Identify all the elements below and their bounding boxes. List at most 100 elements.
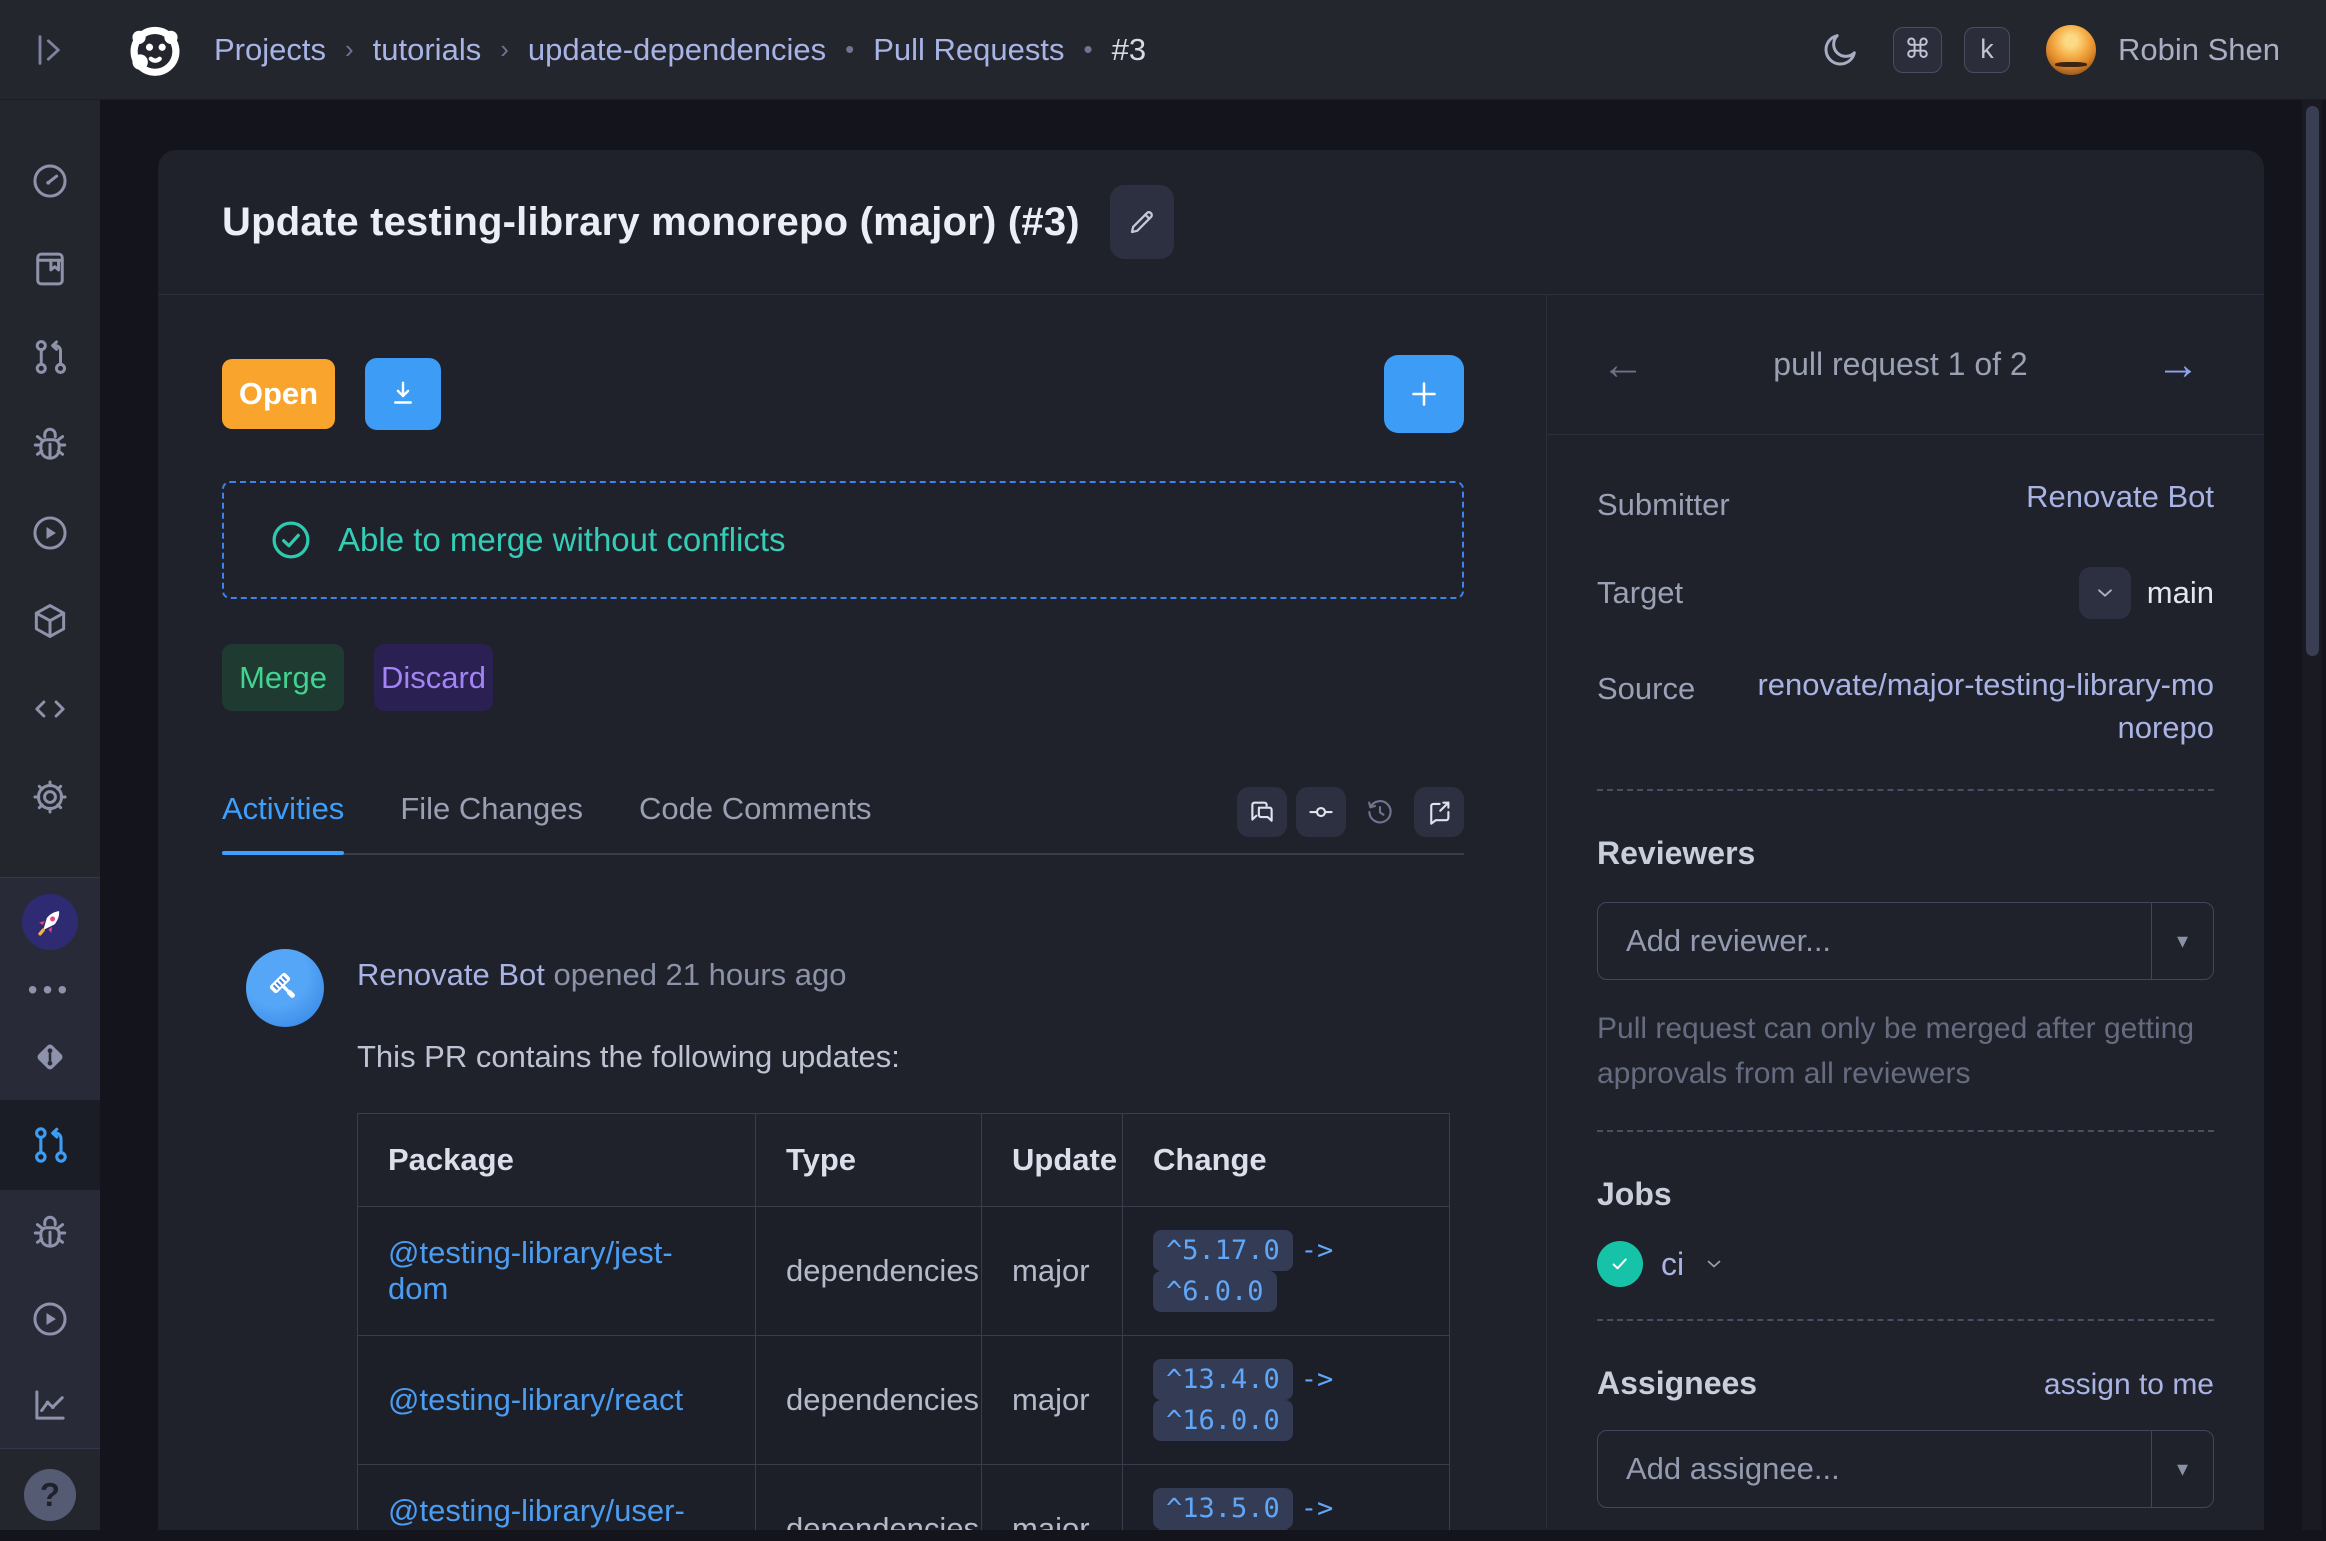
sidebar-item-pull-requests-active[interactable]: [0, 1100, 100, 1190]
edit-title-button[interactable]: [1110, 185, 1174, 259]
update-cell: major: [982, 1207, 1123, 1336]
top-nav: Projects › tutorials › update-dependenci…: [0, 0, 2326, 100]
jobs-heading: Jobs: [1597, 1176, 2214, 1213]
prev-pr-arrow[interactable]: ←: [1601, 340, 1645, 390]
tab-code-comments[interactable]: Code Comments: [639, 791, 872, 853]
breadcrumb-chevron: ›: [345, 34, 354, 65]
scrollbar-thumb[interactable]: [2306, 106, 2319, 656]
job-name[interactable]: ci: [1661, 1246, 1684, 1283]
activity-header: Renovate Bot opened 21 hours ago: [357, 957, 1464, 993]
add-reviewer-select[interactable]: Add reviewer... ▾: [1597, 902, 2214, 980]
add-button[interactable]: [1384, 355, 1464, 433]
pager-label: pull request 1 of 2: [1645, 346, 2156, 383]
chevron-down-icon[interactable]: [1702, 1252, 1726, 1276]
download-button[interactable]: [365, 358, 441, 430]
merge-actions: Merge Discard: [222, 644, 1464, 711]
submitter-label: Submitter: [1597, 479, 1730, 523]
app-logo[interactable]: [122, 17, 188, 83]
dropdown-caret-icon[interactable]: ▾: [2151, 903, 2213, 979]
target-row: Target main: [1597, 567, 2214, 619]
change-arrow: ->: [1301, 1493, 1334, 1524]
reviewers-note: Pull request can only be merged after ge…: [1597, 1006, 2214, 1096]
dashboard-gauge-icon[interactable]: [0, 137, 100, 225]
discard-button[interactable]: Discard: [374, 644, 493, 711]
pr-main-column: Open Able to merge: [158, 295, 1546, 1528]
code-icon[interactable]: [0, 665, 100, 753]
activity-entry: Renovate Bot opened 21 hours ago This PR…: [222, 949, 1464, 1530]
commit-icon[interactable]: [1296, 787, 1346, 837]
submitter-value[interactable]: Renovate Bot: [2026, 479, 2214, 515]
avatar[interactable]: [2046, 25, 2096, 75]
source-branch-name[interactable]: renovate/major-testing-library-monorepo: [1744, 663, 2214, 749]
table-row: @testing-library/user-event dependencies…: [358, 1465, 1450, 1531]
submitter-row: Submitter Renovate Bot: [1597, 479, 2214, 523]
pr-card: Update testing-library monorepo (major) …: [158, 150, 2264, 1530]
check-circle-icon: [268, 517, 314, 563]
scrollbar-track[interactable]: [2302, 100, 2322, 1530]
breadcrumb-repo[interactable]: update-dependencies: [528, 32, 826, 68]
merge-button[interactable]: Merge: [222, 644, 344, 711]
history-icon[interactable]: [1355, 787, 1405, 837]
change-arrow: ->: [1301, 1364, 1334, 1395]
tab-activities[interactable]: Activities: [222, 791, 344, 853]
pr-side-panel: ← pull request 1 of 2 → Submitter Renova…: [1546, 295, 2264, 1528]
comments-icon[interactable]: [1237, 787, 1287, 837]
insights-chart-icon[interactable]: [0, 1362, 100, 1448]
version-from: ^13.4.0: [1153, 1359, 1293, 1400]
breadcrumb-project[interactable]: tutorials: [373, 32, 482, 68]
type-cell: dependencies: [756, 1465, 982, 1531]
play-circle-icon[interactable]: [0, 489, 100, 577]
help-icon[interactable]: ?: [0, 1449, 100, 1541]
package-link[interactable]: @testing-library/user-event: [388, 1493, 685, 1530]
version-from: ^5.17.0: [1153, 1230, 1293, 1271]
assignees-heading: Assignees: [1597, 1365, 1757, 1402]
moon-icon[interactable]: [1819, 29, 1861, 71]
tab-file-changes[interactable]: File Changes: [400, 791, 583, 853]
add-assignee-select[interactable]: Add assignee... ▾: [1597, 1430, 2214, 1508]
pull-request-icon[interactable]: [0, 313, 100, 401]
git-repo-icon[interactable]: [0, 1014, 100, 1100]
sidebar-expand-icon[interactable]: [0, 0, 100, 100]
nav-right-cluster: ⌘ k Robin Shen: [1819, 25, 2326, 75]
play-circle-icon[interactable]: [0, 1276, 100, 1362]
package-link[interactable]: @testing-library/jest-dom: [388, 1235, 673, 1306]
renovate-bot-avatar: [246, 949, 324, 1027]
project-rocket-avatar[interactable]: [0, 878, 100, 966]
share-comment-icon[interactable]: [1414, 787, 1464, 837]
version-from: ^13.5.0: [1153, 1488, 1293, 1529]
target-branch-name: main: [2147, 575, 2214, 611]
package-link[interactable]: @testing-library/react: [388, 1382, 683, 1417]
job-row-ci[interactable]: ci: [1597, 1241, 2214, 1287]
update-cell: major: [982, 1336, 1123, 1465]
type-cell: dependencies: [756, 1207, 982, 1336]
target-branch-dropdown[interactable]: [2079, 567, 2131, 619]
assign-to-me-link[interactable]: assign to me: [2044, 1368, 2214, 1402]
table-header-row: Package Type Update Change: [358, 1114, 1450, 1207]
merge-status-text: Able to merge without conflicts: [338, 521, 786, 559]
pr-action-row: Open: [222, 355, 1464, 433]
more-ellipsis-icon[interactable]: •••: [0, 966, 100, 1014]
dropdown-caret-icon[interactable]: ▾: [2151, 1431, 2213, 1507]
change-arrow: ->: [1301, 1235, 1334, 1266]
source-label: Source: [1597, 663, 1695, 707]
username[interactable]: Robin Shen: [2118, 32, 2280, 68]
pr-state-badge: Open: [222, 359, 335, 429]
type-cell: dependencies: [756, 1336, 982, 1465]
package-icon[interactable]: [0, 577, 100, 665]
activity-author-link[interactable]: Renovate Bot: [357, 957, 545, 992]
breadcrumb-dot: •: [1083, 34, 1092, 65]
pr-title: Update testing-library monorepo (major) …: [222, 200, 1080, 245]
settings-gear-icon[interactable]: [0, 753, 100, 841]
breadcrumb-pull-requests[interactable]: Pull Requests: [873, 32, 1064, 68]
col-update: Update: [982, 1114, 1123, 1207]
col-package: Package: [358, 1114, 756, 1207]
merge-status-box: Able to merge without conflicts: [222, 481, 1464, 599]
bug-icon[interactable]: [0, 401, 100, 489]
next-pr-arrow[interactable]: →: [2156, 340, 2200, 390]
updates-table: Package Type Update Change @testing-libr…: [357, 1113, 1450, 1530]
docs-book-icon[interactable]: [0, 225, 100, 313]
cmd-key: ⌘: [1893, 27, 1942, 73]
breadcrumb-projects[interactable]: Projects: [214, 32, 326, 68]
source-row: Source renovate/major-testing-library-mo…: [1597, 663, 2214, 749]
bug-icon[interactable]: [0, 1190, 100, 1276]
